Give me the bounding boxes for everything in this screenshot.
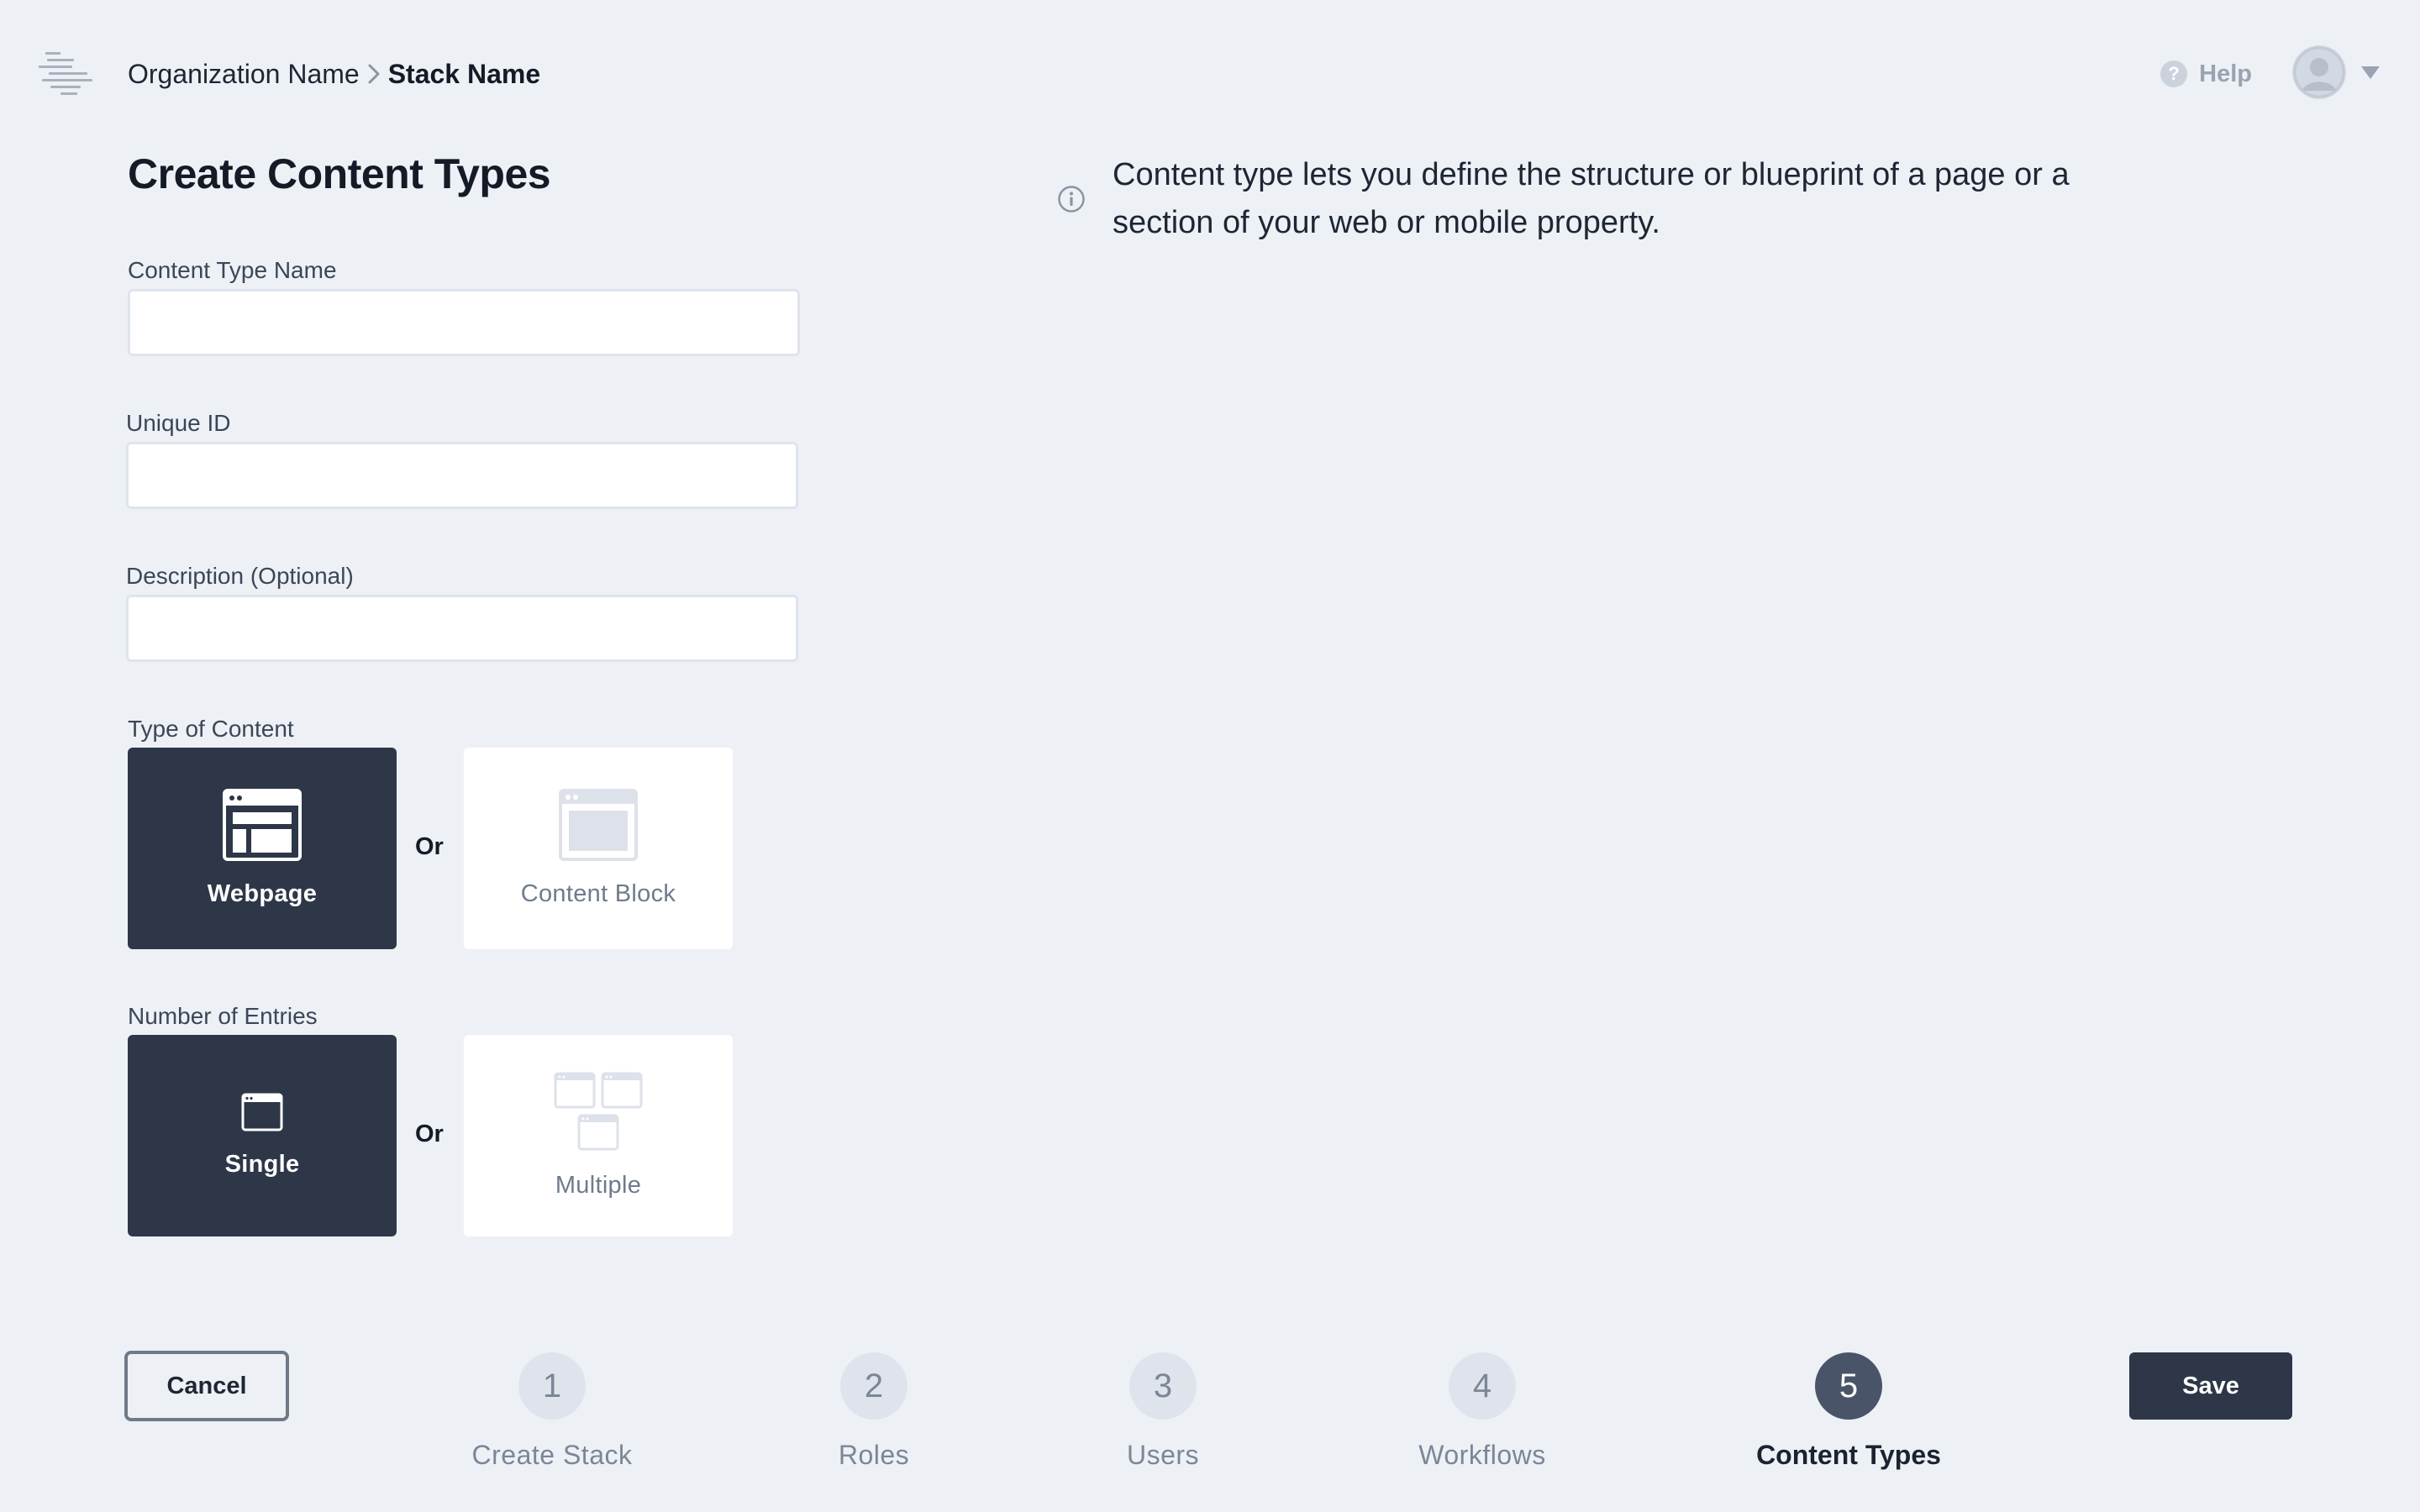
step-2[interactable]: 2 Roles <box>723 1352 1025 1471</box>
type-of-content-label: Type of Content <box>128 716 294 742</box>
breadcrumb: Organization Name Stack Name <box>128 57 540 91</box>
unique-id-label: Unique ID <box>126 410 231 436</box>
step-4-number: 4 <box>1449 1352 1516 1420</box>
or-separator: Or <box>415 833 444 860</box>
description-input[interactable] <box>126 595 798 662</box>
number-of-entries-label: Number of Entries <box>128 1003 318 1029</box>
step-3-label: Users <box>1126 1440 1200 1470</box>
content-block-label: Content Block <box>520 880 676 907</box>
step-5-label: Content Types <box>1756 1440 1941 1470</box>
multiple-label: Multiple <box>555 1172 642 1199</box>
or-separator-entries: Or <box>415 1121 444 1147</box>
step-5-number: 5 <box>1815 1352 1882 1420</box>
step-3[interactable]: 3 Users <box>1012 1352 1314 1471</box>
multiple-option[interactable]: Multiple <box>464 1035 733 1236</box>
cancel-button[interactable]: Cancel <box>124 1351 289 1421</box>
step-2-number: 2 <box>840 1352 908 1420</box>
help-label: Help <box>2199 60 2252 87</box>
webpage-icon <box>223 789 302 865</box>
breadcrumb-organization[interactable]: Organization Name <box>128 59 360 90</box>
step-2-label: Roles <box>838 1440 910 1470</box>
user-menu[interactable] <box>2292 45 2380 99</box>
content-block-icon <box>559 789 638 865</box>
page-title: Create Content Types <box>128 150 551 197</box>
description-label: Description (Optional) <box>126 563 354 589</box>
contentstack-logo-icon[interactable] <box>39 50 96 97</box>
info-icon <box>1057 185 1086 213</box>
breadcrumb-stack[interactable]: Stack Name <box>388 59 540 90</box>
step-1-label: Create Stack <box>471 1440 633 1470</box>
step-1[interactable]: 1 Create Stack <box>401 1352 703 1471</box>
content-block-option[interactable]: Content Block <box>464 748 733 949</box>
step-3-number: 3 <box>1129 1352 1197 1420</box>
single-entry-icon <box>241 1093 283 1136</box>
info-description: Content type lets you define the structu… <box>1113 157 2070 240</box>
multiple-entries-icon <box>554 1072 643 1157</box>
save-button[interactable]: Save <box>2129 1352 2292 1420</box>
chevron-right-icon <box>366 63 381 85</box>
help-link[interactable]: ? Help <box>2160 57 2252 91</box>
webpage-label: Webpage <box>207 880 318 907</box>
caret-down-icon <box>2361 66 2380 79</box>
user-avatar-icon <box>2292 45 2346 99</box>
step-5[interactable]: 5 Content Types <box>1697 1352 2000 1471</box>
step-4[interactable]: 4 Workflows <box>1331 1352 1634 1471</box>
content-type-name-label: Content Type Name <box>128 257 337 283</box>
step-1-number: 1 <box>518 1352 586 1420</box>
single-label: Single <box>224 1151 300 1178</box>
single-option[interactable]: Single <box>128 1035 397 1236</box>
step-4-label: Workflows <box>1418 1440 1546 1470</box>
unique-id-input[interactable] <box>126 442 798 509</box>
content-type-name-input[interactable] <box>128 289 800 356</box>
webpage-option[interactable]: Webpage <box>128 748 397 949</box>
help-icon: ? <box>2160 60 2188 87</box>
